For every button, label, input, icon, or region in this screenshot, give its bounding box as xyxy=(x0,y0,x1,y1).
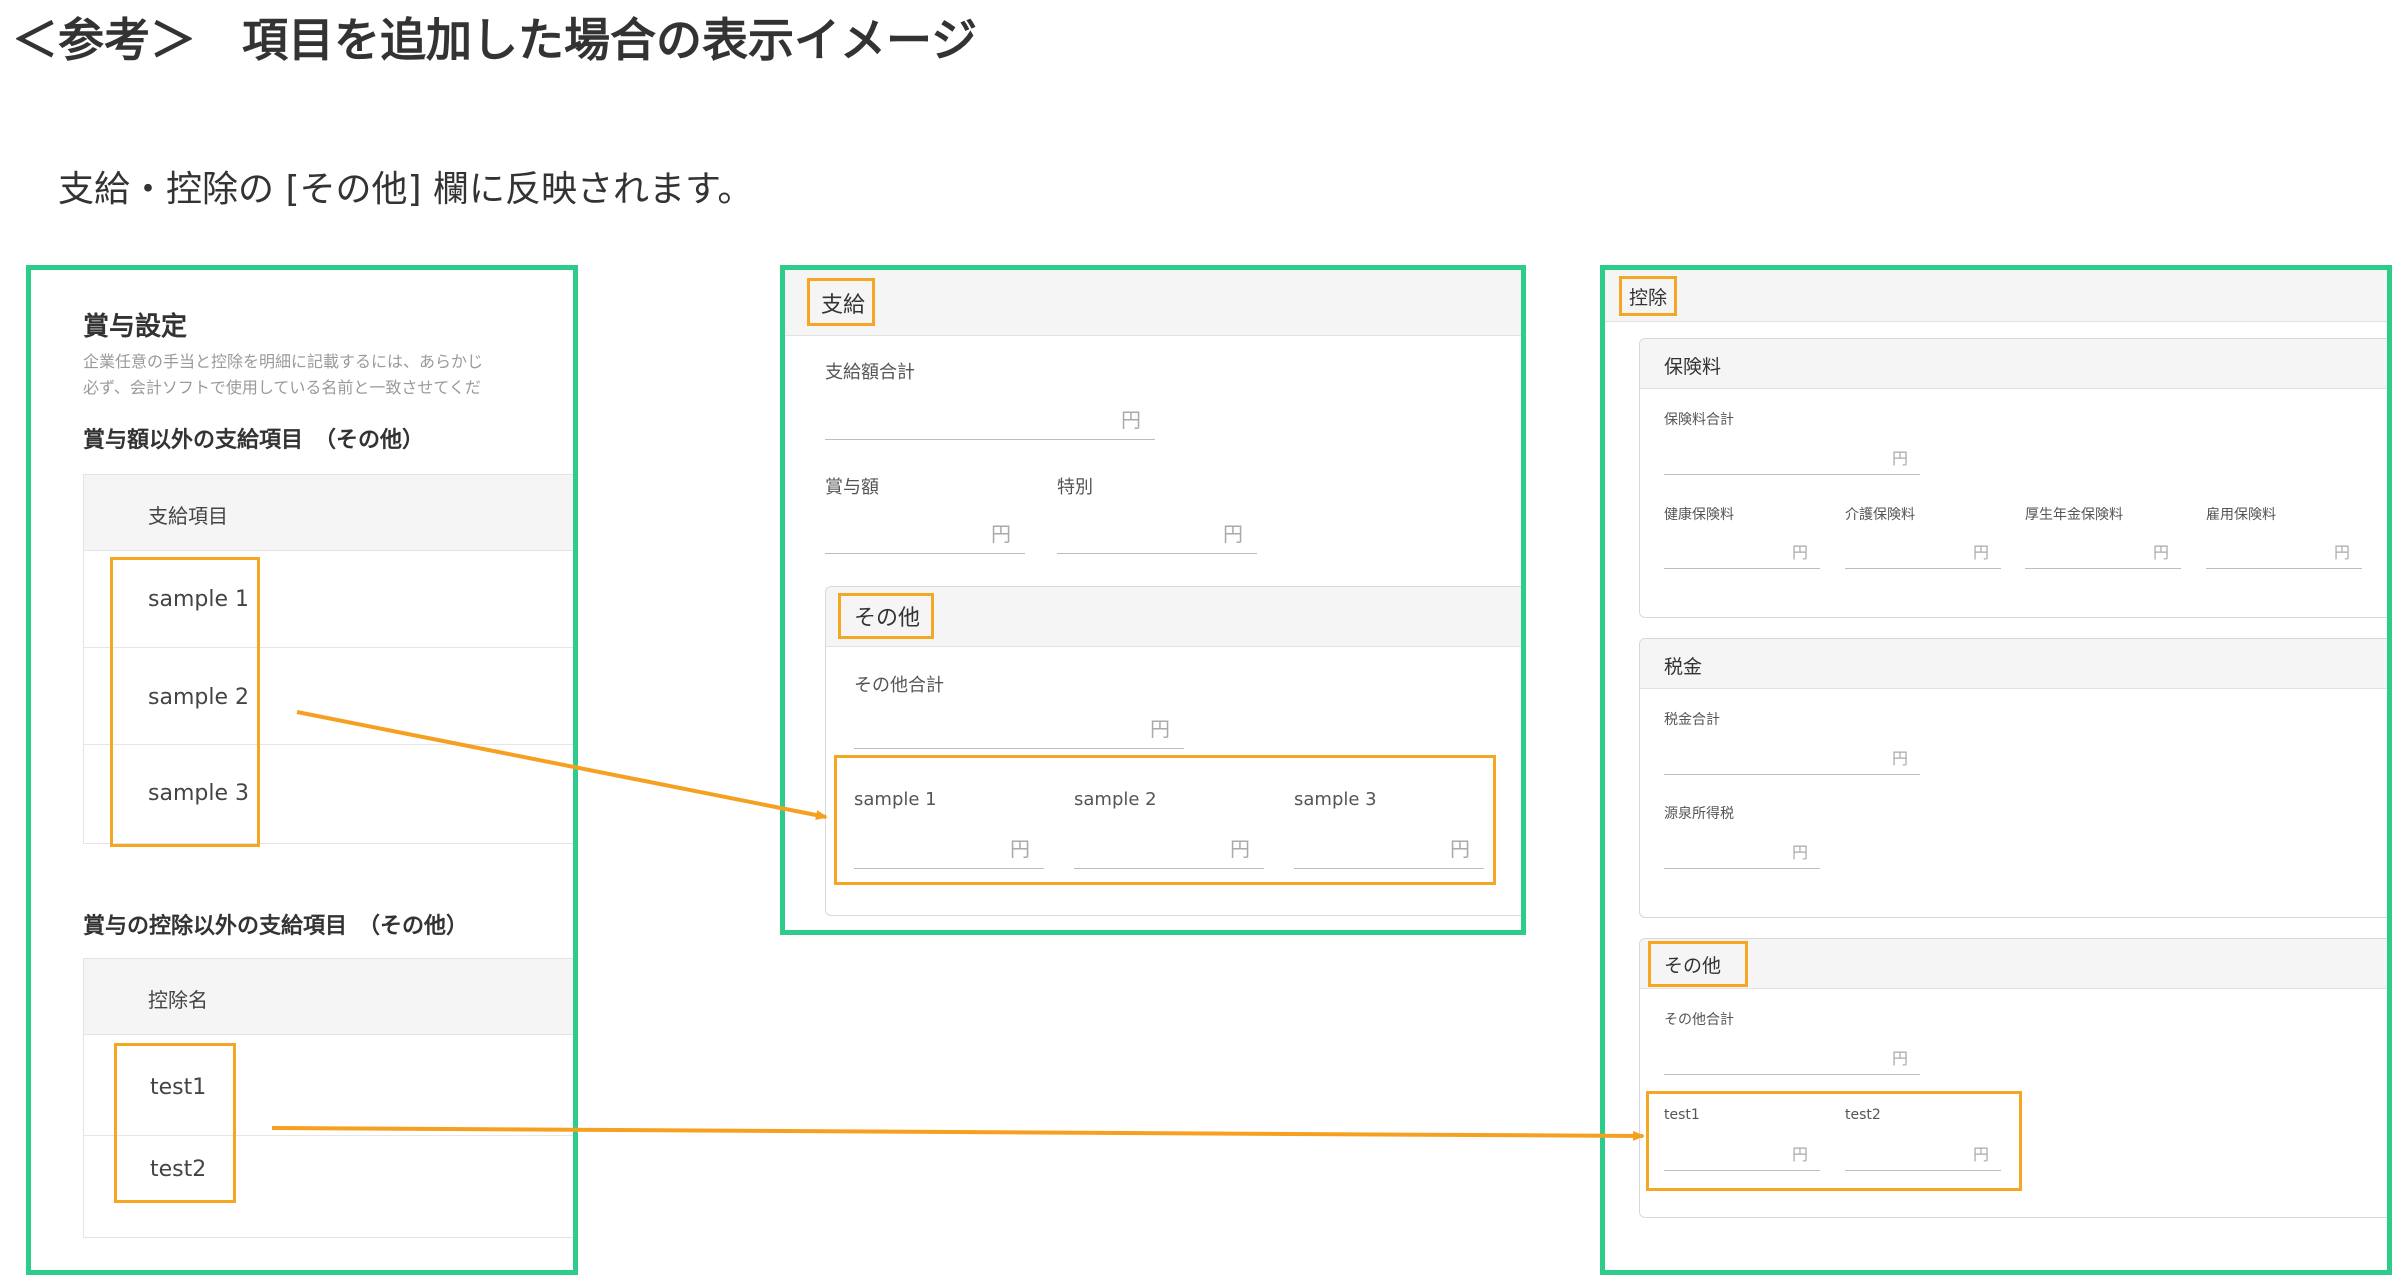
arrow-payment-items xyxy=(296,710,828,820)
arrow-deduction-items xyxy=(271,1126,1645,1141)
connector-arrows xyxy=(271,710,1645,1141)
